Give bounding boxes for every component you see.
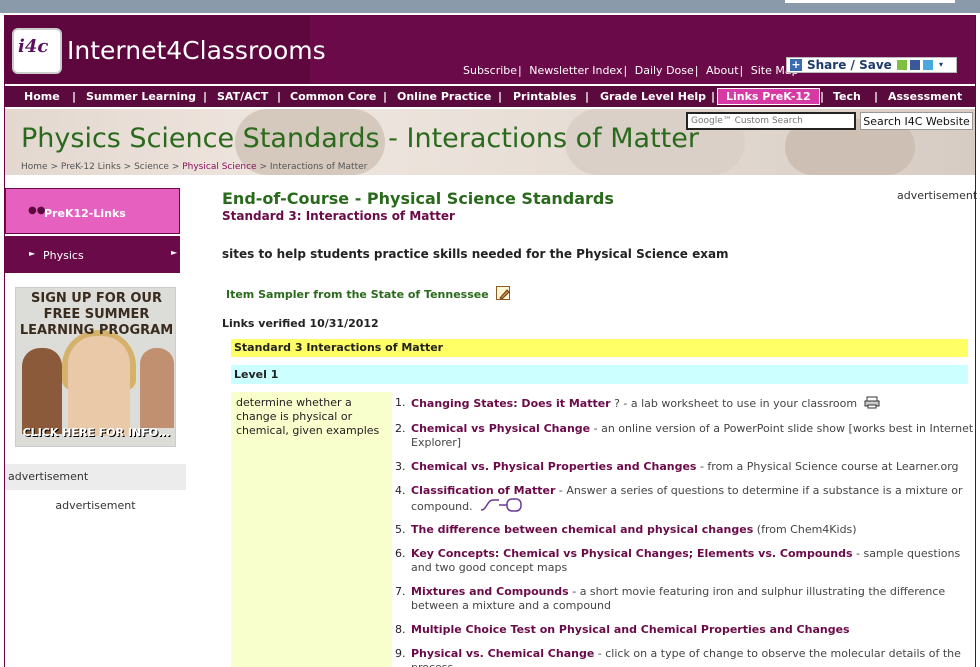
- promo-person-shape: [22, 348, 62, 434]
- sidebar-item-physics[interactable]: ► Physics ►: [5, 236, 180, 273]
- nav-separator: |: [711, 90, 716, 103]
- summer-program-promo[interactable]: SIGN UP FOR OUR FREE SUMMER LEARNING PRO…: [15, 287, 176, 447]
- item-sampler-link[interactable]: Item Sampler from the State of Tennessee: [226, 286, 510, 301]
- nav-sat-act[interactable]: SAT/ACT: [217, 90, 268, 103]
- search-input[interactable]: [686, 112, 856, 130]
- nav-separator: |: [383, 90, 388, 103]
- sidebar-header[interactable]: ●● PreK12-Links: [5, 188, 180, 234]
- logo-badge-text: i4c: [18, 36, 49, 57]
- chevron-right-icon: ►: [171, 248, 178, 257]
- breadcrumb: Home > PreK-12 Links > Science > Physica…: [21, 162, 368, 172]
- content-subtitle: Standard 3: Interactions of Matter: [222, 209, 455, 223]
- dropdown-arrow-icon: ▾: [939, 60, 944, 69]
- main-nav: Home | Summer Learning | SAT/ACT | Commo…: [5, 85, 975, 108]
- top-input-edge: [785, 0, 955, 3]
- resource-link[interactable]: Physical vs. Chemical Change: [411, 647, 594, 660]
- resource-link[interactable]: The difference between chemical and phys…: [411, 523, 753, 536]
- item-sampler-label: Item Sampler from the State of Tennessee: [226, 288, 489, 301]
- logo-area[interactable]: i4c Internet4Classrooms: [5, 16, 326, 84]
- browser-top-strip: [0, 0, 980, 13]
- email-icon: [897, 60, 907, 70]
- resource-link[interactable]: Mixtures and Compounds: [411, 585, 569, 598]
- promo-heading: SIGN UP FOR OUR FREE SUMMER LEARNING PRO…: [19, 291, 174, 338]
- nav-separator: |: [277, 90, 282, 103]
- page-title: Physics Science Standards - Interactions…: [21, 123, 699, 154]
- top-links: Subscribe| Newsletter Index| Daily Dose|…: [463, 64, 799, 77]
- promo-person-shape: [140, 348, 174, 428]
- standard-row: Standard 3 Interactions of Matter: [231, 339, 968, 357]
- resource-link[interactable]: Classification of Matter: [411, 484, 555, 497]
- content-title: End-of-Course - Physical Science Standar…: [222, 189, 614, 208]
- logo-text[interactable]: Internet4Classrooms: [67, 36, 326, 65]
- bullet-icon: ►: [29, 249, 36, 258]
- pencil-document-icon: [495, 286, 510, 300]
- plus-icon: +: [790, 58, 802, 71]
- search-button[interactable]: Search I4C Website: [860, 112, 973, 130]
- nav-separator: |: [203, 90, 208, 103]
- sidebar-ad-label: advertisement: [5, 464, 186, 490]
- top-link-newsletter[interactable]: Newsletter Index: [529, 64, 622, 77]
- breadcrumb-physical-science[interactable]: Physical Science: [182, 162, 256, 172]
- content-ad-label: advertisement: [897, 189, 978, 202]
- level-row: Level 1: [231, 365, 968, 384]
- site-header: i4c Internet4Classrooms Subscribe| Newsl…: [5, 16, 975, 84]
- objective-cell: determine whether a change is physical o…: [231, 392, 392, 667]
- nav-tech[interactable]: Tech: [833, 90, 861, 103]
- breadcrumb-prek12[interactable]: PreK-12 Links: [61, 162, 121, 172]
- logo-badge-icon[interactable]: i4c: [12, 28, 62, 74]
- sidebar-ad-label-2: advertisement: [55, 499, 136, 512]
- nav-printables[interactable]: Printables: [513, 90, 576, 103]
- share-save-button[interactable]: + Share / Save ▾: [786, 57, 957, 73]
- links-verified: Links verified 10/31/2012: [222, 317, 379, 330]
- nav-separator: |: [498, 90, 503, 103]
- nav-summer-learning[interactable]: Summer Learning: [86, 90, 196, 103]
- nav-common-core[interactable]: Common Core: [290, 90, 376, 103]
- facebook-icon: [910, 60, 920, 70]
- share-label: Share / Save: [807, 58, 892, 72]
- resource-link[interactable]: Multiple Choice Test on Physical and Che…: [411, 623, 850, 636]
- top-link-subscribe[interactable]: Subscribe: [463, 64, 517, 77]
- nav-separator: |: [820, 90, 825, 103]
- sidebar-item-label: Physics: [43, 249, 84, 262]
- top-link-about[interactable]: About: [706, 64, 739, 77]
- resource-link[interactable]: Chemical vs. Physical Properties and Cha…: [411, 460, 696, 473]
- printer-icon: [864, 396, 880, 413]
- nav-online-practice[interactable]: Online Practice: [397, 90, 491, 103]
- nav-assessment[interactable]: Assessment: [888, 90, 962, 103]
- nav-separator: |: [874, 90, 879, 103]
- breadcrumb-science[interactable]: Science: [134, 162, 169, 172]
- twitter-icon: [923, 60, 933, 70]
- nav-links-prek12[interactable]: Links PreK-12: [717, 88, 820, 105]
- glasses-icon: ●●: [28, 205, 46, 216]
- resource-link[interactable]: Chemical vs Physical Change: [411, 422, 590, 435]
- promo-person-shape: [68, 336, 130, 436]
- top-link-daily-dose[interactable]: Daily Dose: [635, 64, 694, 77]
- resource-link[interactable]: Key Concepts: Chemical vs Physical Chang…: [411, 547, 853, 560]
- nav-home[interactable]: Home: [24, 90, 60, 103]
- resource-link[interactable]: Changing States: Does it Matter: [411, 397, 611, 410]
- nav-separator: |: [585, 90, 590, 103]
- sidebar-header-label: PreK12-Links: [44, 207, 126, 220]
- promo-click-text: CLICK HERE FOR INFO...: [22, 426, 171, 439]
- intro-text: sites to help students practice skills n…: [222, 247, 729, 261]
- nav-separator: |: [72, 90, 77, 103]
- interactive-icon: [479, 498, 523, 516]
- breadcrumb-current: Interactions of Matter: [269, 162, 368, 172]
- nav-grade-level-help[interactable]: Grade Level Help: [600, 90, 706, 103]
- breadcrumb-home[interactable]: Home: [21, 162, 48, 172]
